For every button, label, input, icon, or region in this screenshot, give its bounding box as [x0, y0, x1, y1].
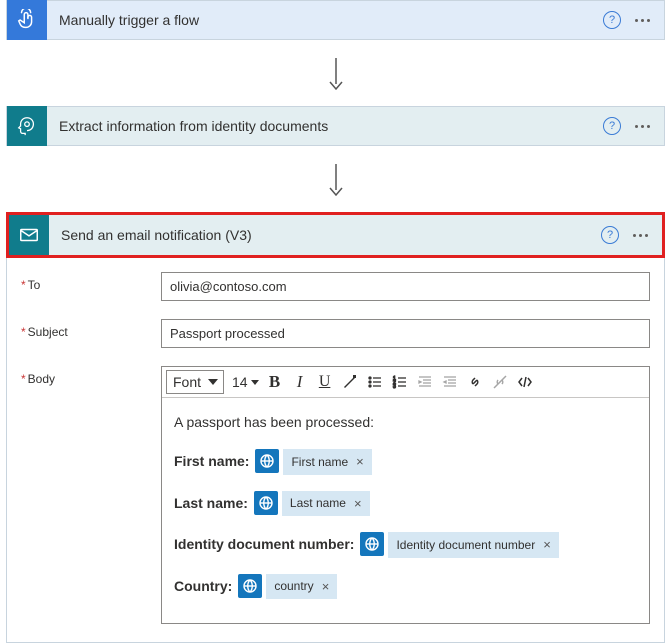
mail-icon: [9, 215, 49, 255]
chevron-down-icon: [251, 380, 259, 385]
step-send-email[interactable]: Send an email notification (V3) ?: [9, 215, 662, 255]
step-title: Extract information from identity docume…: [47, 118, 603, 134]
body-country-line: Country: country×: [174, 574, 637, 600]
to-field-row: *To: [21, 272, 650, 301]
cognitive-icon: [7, 106, 47, 146]
body-idnum-line: Identity document number: Identity docum…: [174, 532, 637, 558]
rich-text-editor: Font 14 B I U 123: [161, 366, 650, 624]
last-name-label: Last name:: [174, 493, 248, 514]
first-name-token[interactable]: First name×: [255, 449, 371, 475]
step-actions: ?: [601, 226, 662, 244]
body-last-name-line: Last name: Last name×: [174, 491, 637, 517]
idnum-token[interactable]: Identity document number×: [360, 532, 558, 558]
dynamic-content-icon: [238, 574, 262, 598]
country-token[interactable]: country×: [238, 574, 337, 600]
touch-icon: [7, 0, 47, 40]
help-icon[interactable]: ?: [603, 117, 621, 135]
to-label: *To: [21, 272, 161, 292]
subject-input[interactable]: [161, 319, 650, 348]
body-label: *Body: [21, 366, 161, 386]
dynamic-content-icon: [360, 532, 384, 556]
bullet-list-button[interactable]: [363, 370, 387, 394]
body-field-row: *Body Font 14 B I U 123: [21, 366, 650, 624]
chevron-down-icon: [208, 379, 218, 385]
number-list-button[interactable]: 123: [388, 370, 412, 394]
unlink-button[interactable]: [488, 370, 512, 394]
outdent-button[interactable]: [413, 370, 437, 394]
font-color-button[interactable]: [338, 370, 362, 394]
idnum-label: Identity document number:: [174, 534, 354, 555]
remove-token-icon[interactable]: ×: [543, 535, 551, 555]
email-config-panel: *To *Subject *Body Font 14 B I U: [6, 258, 665, 643]
link-button[interactable]: [463, 370, 487, 394]
editor-toolbar: Font 14 B I U 123: [162, 367, 649, 398]
step-title: Manually trigger a flow: [47, 12, 603, 28]
body-first-name-line: First name: First name×: [174, 449, 637, 475]
code-view-button[interactable]: [513, 370, 537, 394]
help-icon[interactable]: ?: [601, 226, 619, 244]
editor-body[interactable]: A passport has been processed: First nam…: [162, 398, 649, 623]
indent-button[interactable]: [438, 370, 462, 394]
remove-token-icon[interactable]: ×: [354, 494, 362, 514]
more-menu-button[interactable]: [631, 121, 654, 132]
first-name-label: First name:: [174, 451, 249, 472]
body-intro-text: A passport has been processed:: [174, 412, 637, 433]
subject-field-row: *Subject: [21, 319, 650, 348]
font-size-select[interactable]: 14: [229, 370, 262, 394]
more-menu-button[interactable]: [629, 230, 652, 241]
flow-arrow: [6, 146, 665, 212]
italic-button[interactable]: I: [288, 370, 312, 394]
last-name-token[interactable]: Last name×: [254, 491, 370, 517]
step-title: Send an email notification (V3): [49, 227, 601, 243]
underline-button[interactable]: U: [313, 370, 337, 394]
font-select[interactable]: Font: [166, 370, 224, 394]
dynamic-content-icon: [255, 449, 279, 473]
step-actions: ?: [603, 11, 664, 29]
country-label: Country:: [174, 576, 232, 597]
dynamic-content-icon: [254, 491, 278, 515]
step-manual-trigger[interactable]: Manually trigger a flow ?: [6, 0, 665, 40]
to-input[interactable]: [161, 272, 650, 301]
remove-token-icon[interactable]: ×: [322, 577, 330, 597]
bold-button[interactable]: B: [263, 370, 287, 394]
help-icon[interactable]: ?: [603, 11, 621, 29]
flow-arrow: [6, 40, 665, 106]
step-actions: ?: [603, 117, 664, 135]
step-extract-identity[interactable]: Extract information from identity docume…: [6, 106, 665, 146]
svg-text:3: 3: [393, 384, 396, 390]
remove-token-icon[interactable]: ×: [356, 452, 364, 472]
more-menu-button[interactable]: [631, 15, 654, 26]
subject-label: *Subject: [21, 319, 161, 339]
highlight-box: Send an email notification (V3) ?: [6, 212, 665, 258]
